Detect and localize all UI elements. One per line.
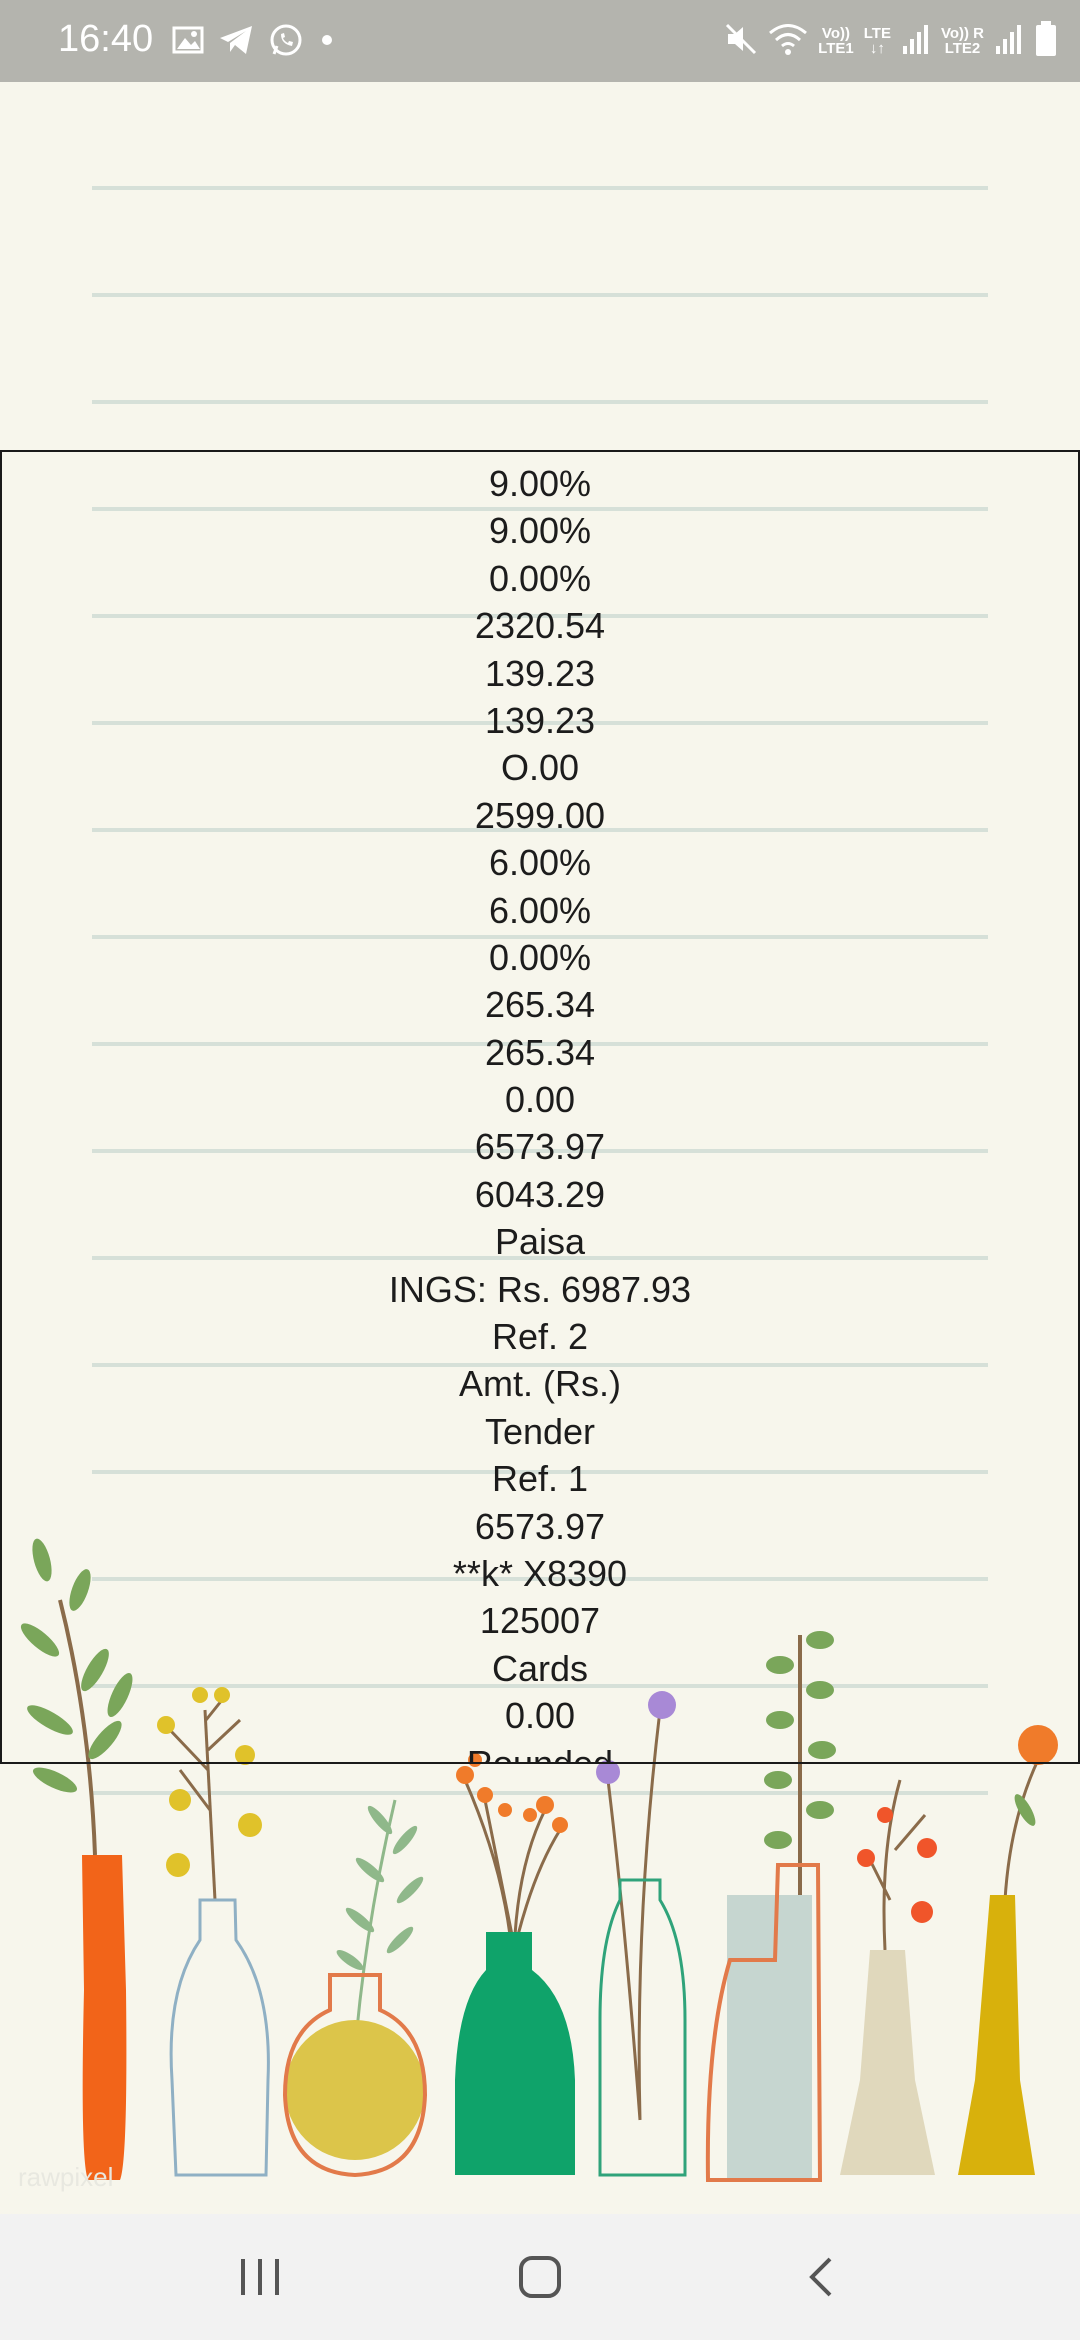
dot-icon bbox=[318, 31, 336, 54]
receipt-line: 6043.29 bbox=[474, 1173, 606, 1215]
receipt-line: **k* X8390 bbox=[452, 1552, 628, 1594]
receipt-line: 9.00% bbox=[488, 510, 592, 552]
receipt-line: Ref. 2 bbox=[491, 1316, 589, 1358]
receipt-line: 6573.97 bbox=[474, 1505, 606, 1547]
receipt-line: 0.00 bbox=[504, 1695, 576, 1737]
home-button[interactable] bbox=[500, 2244, 580, 2310]
receipt-line: 125007 bbox=[479, 1600, 601, 1642]
receipt-line: INGS: Rs. 6987.93 bbox=[388, 1268, 692, 1310]
volte1-top-label: Vo)) bbox=[821, 25, 850, 42]
navigation-bar bbox=[0, 2214, 1080, 2340]
receipt-line: 139.23 bbox=[484, 699, 596, 741]
receipt-line: 0.00% bbox=[488, 557, 592, 599]
receipt-line: 9.00% bbox=[488, 463, 592, 504]
whatsapp-icon bbox=[268, 22, 304, 63]
watermark: rawpixel bbox=[18, 2162, 114, 2192]
signal-roaming-icon bbox=[994, 22, 1024, 61]
lte-icon: LTE ↓↑ bbox=[864, 26, 891, 56]
receipt-line: O.00 bbox=[500, 747, 580, 789]
lte-label: LTE bbox=[863, 25, 891, 42]
signal-icon bbox=[901, 22, 931, 61]
receipt-line: 0.00% bbox=[488, 936, 592, 978]
receipt-line: 6.00% bbox=[488, 889, 592, 931]
recent-apps-icon bbox=[241, 2259, 279, 2295]
ruled-line bbox=[92, 400, 988, 404]
receipt-line: 6573.97 bbox=[474, 1126, 606, 1168]
ruled-line bbox=[92, 293, 988, 297]
volte-lte1-icon: Vo)) LTE1 bbox=[818, 26, 854, 56]
receipt-line: Paisa bbox=[494, 1221, 586, 1263]
data-arrows-icon: ↓↑ bbox=[869, 40, 885, 57]
receipt-line: 265.34 bbox=[484, 1031, 596, 1073]
mute-icon bbox=[724, 22, 758, 61]
status-time: 16:40 bbox=[58, 18, 154, 60]
wifi-icon bbox=[768, 22, 808, 61]
back-button[interactable] bbox=[782, 2244, 862, 2310]
recent-apps-button[interactable] bbox=[220, 2244, 300, 2310]
back-chevron-icon bbox=[809, 2257, 832, 2297]
volte2-top-label: Vo)) R bbox=[940, 25, 984, 42]
receipt-line: 2320.54 bbox=[474, 605, 606, 647]
volte2-bottom-label: LTE2 bbox=[944, 40, 981, 57]
telegram-icon bbox=[218, 24, 254, 61]
notification-icons bbox=[172, 20, 336, 64]
home-icon bbox=[519, 2256, 561, 2298]
gallery-icon bbox=[172, 25, 204, 60]
receipt-line: 265.34 bbox=[484, 984, 596, 1026]
battery-icon bbox=[1034, 20, 1058, 63]
receipt-line: Rounded bbox=[466, 1742, 614, 1764]
receipt-line: 2599.00 bbox=[474, 794, 606, 836]
volte-lte2-icon: Vo)) R LTE2 bbox=[941, 26, 984, 56]
receipt-line: Cards bbox=[491, 1647, 589, 1689]
receipt-line: 0.00 bbox=[504, 1079, 576, 1121]
ruled-line bbox=[92, 186, 988, 190]
receipt-line: 6.00% bbox=[488, 842, 592, 884]
system-icons: Vo)) LTE1 LTE ↓↑ Vo)) R LTE2 bbox=[724, 14, 1058, 68]
receipt-text-panel[interactable]: 9.00% 9.00% 0.00% 2320.54 139.23 139.23 O.00 25… bbox=[0, 450, 1080, 1764]
volte1-bottom-label: LTE1 bbox=[818, 40, 854, 57]
receipt-line: Tender bbox=[484, 1410, 596, 1452]
receipt-line: Amt. (Rs.) bbox=[459, 1363, 621, 1405]
receipt-line: 139.23 bbox=[484, 652, 596, 694]
receipt-lines: 9.00% 9.00% 0.00% 2320.54 139.23 139.23 O.00 25… bbox=[2, 460, 1078, 1764]
status-bar: 16:40 Vo)) LTE1 LTE ↓↑ Vo)) R LTE2 bbox=[0, 0, 1080, 82]
receipt-line: Ref. 1 bbox=[491, 1458, 589, 1500]
